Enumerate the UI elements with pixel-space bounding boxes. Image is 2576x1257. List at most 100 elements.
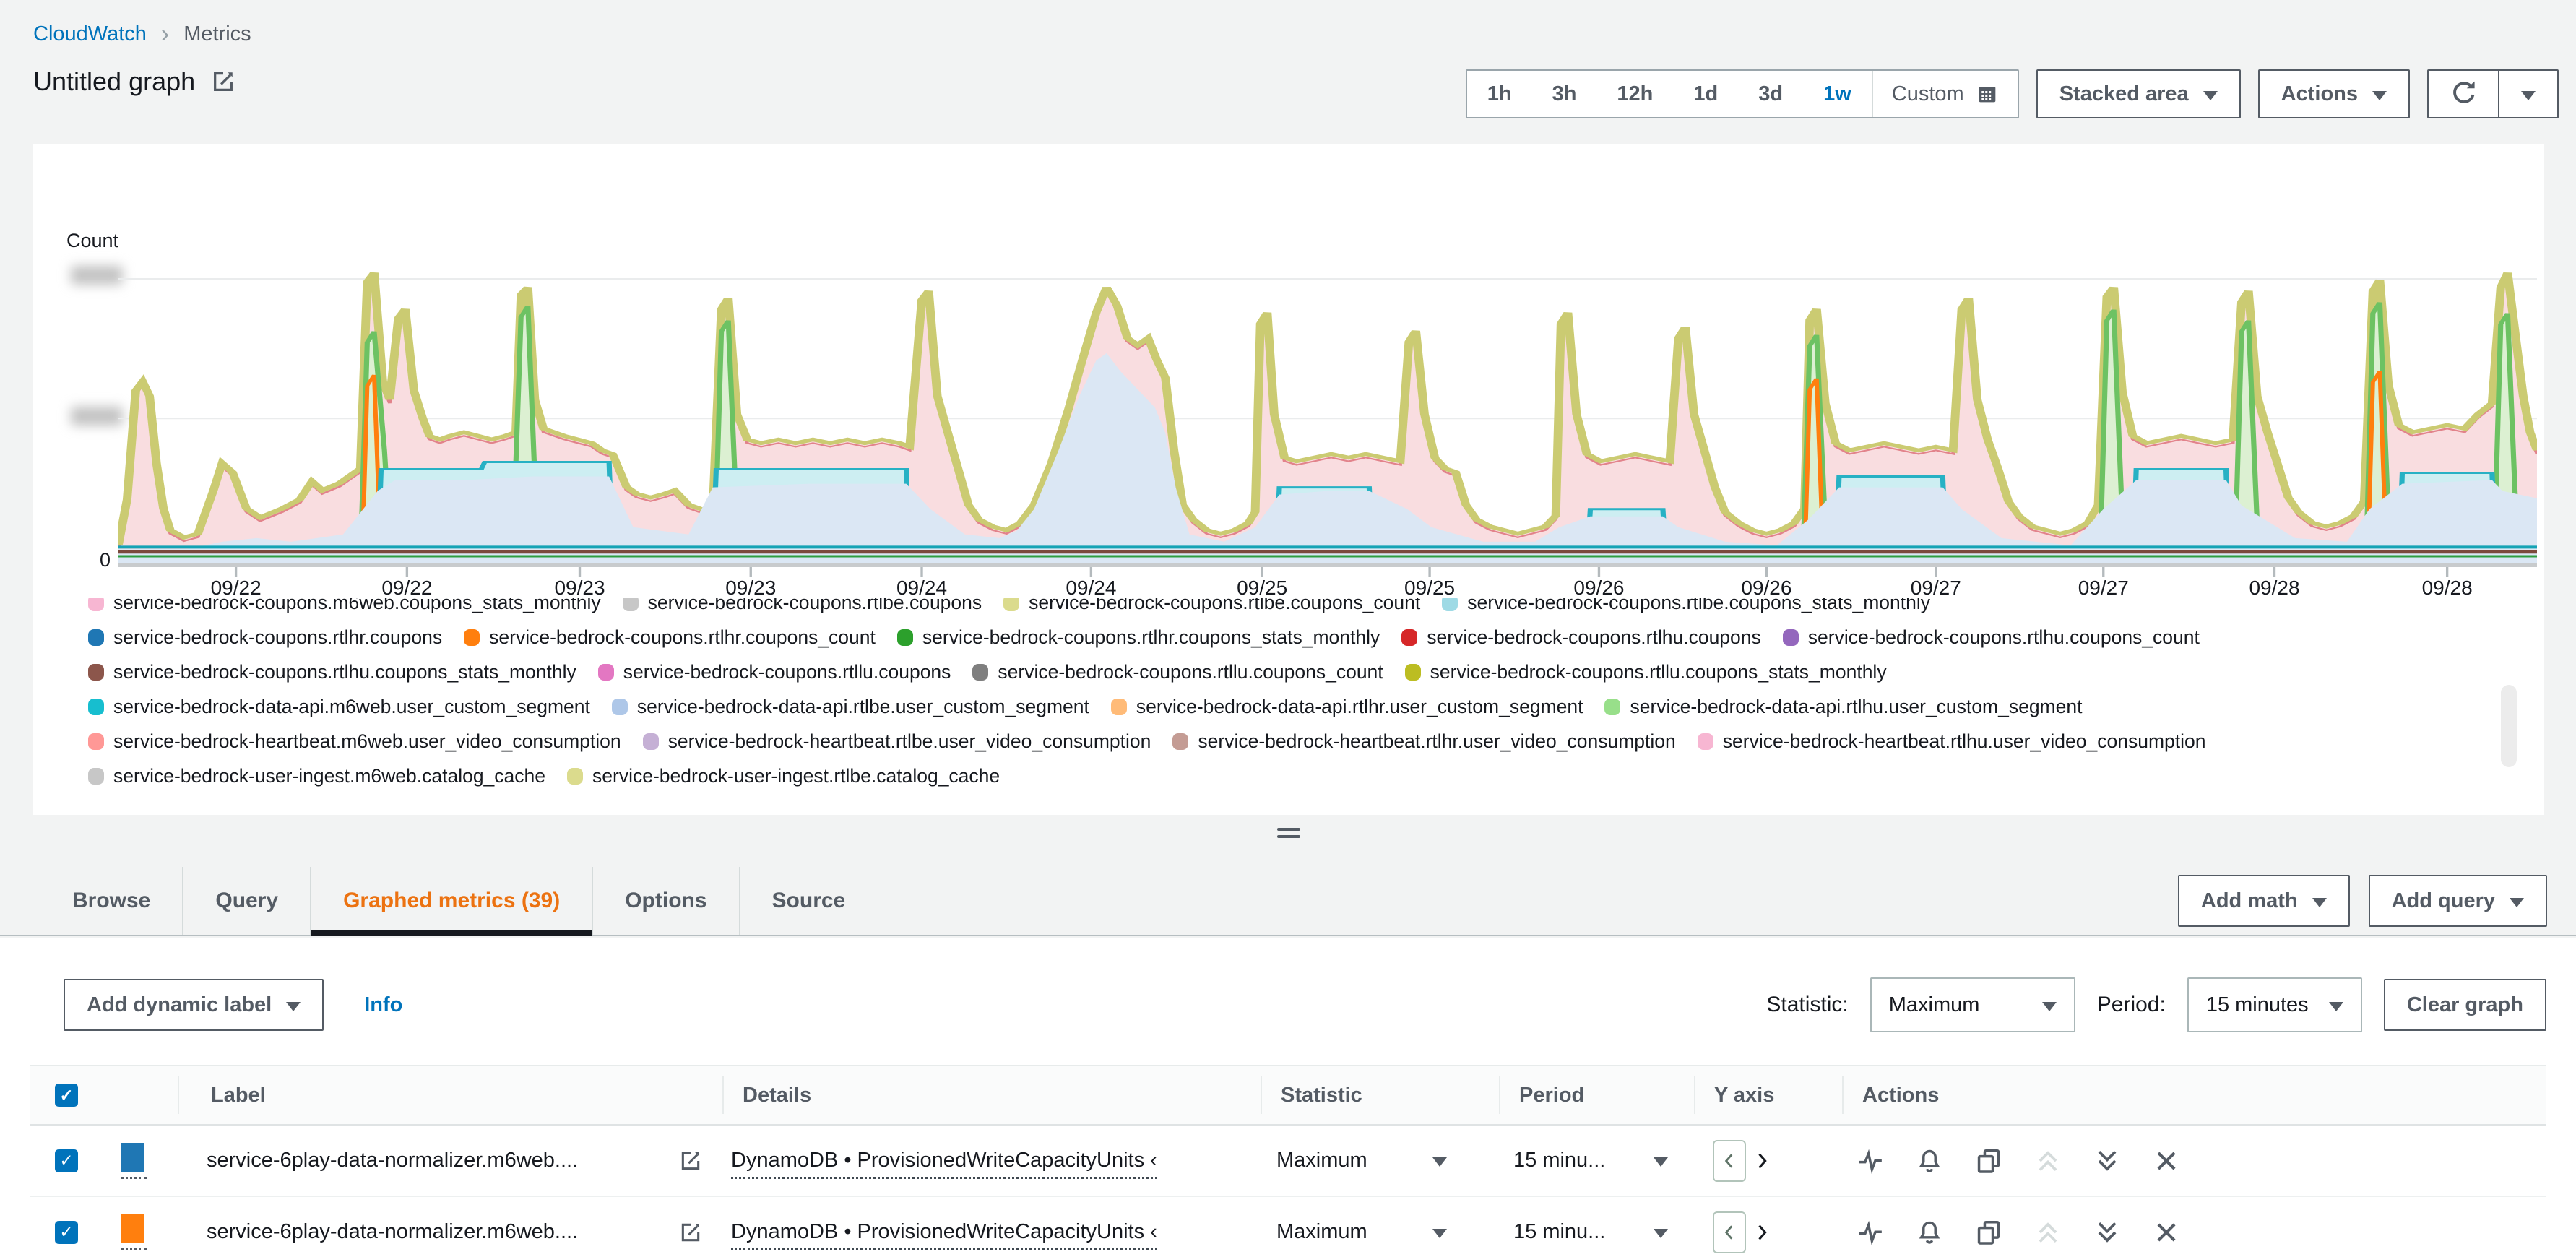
refresh-options-dropdown[interactable] bbox=[2498, 69, 2559, 118]
chevron-down-icon bbox=[1654, 1157, 1668, 1167]
period-label: Period: bbox=[2096, 993, 2166, 1016]
breadcrumb-link-cloudwatch[interactable]: CloudWatch bbox=[33, 22, 147, 46]
y-axis-left-button[interactable] bbox=[1713, 1211, 1746, 1253]
legend-item[interactable]: service-bedrock-heartbeat.rtlhr.user_vid… bbox=[1172, 730, 1676, 753]
legend-scrollbar[interactable] bbox=[2501, 685, 2517, 767]
add-dynamic-label-dropdown[interactable]: Add dynamic label bbox=[64, 979, 324, 1031]
tab-graphed-metrics-39-[interactable]: Graphed metrics (39) bbox=[310, 867, 592, 936]
row-statistic-dropdown[interactable]: Maximum bbox=[1261, 1220, 1499, 1244]
time-range-1d[interactable]: 1d bbox=[1673, 82, 1738, 106]
legend-item[interactable]: service-bedrock-coupons.rtlbe.coupons_co… bbox=[1003, 598, 1420, 614]
tab-source[interactable]: Source bbox=[738, 867, 878, 935]
edit-label-icon[interactable] bbox=[679, 1149, 702, 1172]
edit-title-icon[interactable] bbox=[211, 69, 235, 94]
y-axis-side-toggle bbox=[1694, 1211, 1842, 1253]
legend-item[interactable]: service-bedrock-data-api.rtlhu.user_cust… bbox=[1604, 696, 2082, 718]
legend-item[interactable]: service-bedrock-coupons.rtlhr.coupons bbox=[88, 626, 442, 649]
remove-x-icon[interactable] bbox=[2153, 1147, 2180, 1175]
create-alarm-bell-icon[interactable] bbox=[1916, 1147, 1943, 1175]
time-range-1w[interactable]: 1w bbox=[1803, 82, 1872, 106]
legend-item[interactable]: service-bedrock-coupons.rtlhu.coupons_co… bbox=[1782, 626, 2200, 649]
metric-details[interactable]: DynamoDB • ProvisionedWriteCapacityUnits… bbox=[731, 1220, 1157, 1250]
legend-label: service-bedrock-coupons.rtlhu.coupons_st… bbox=[113, 660, 576, 683]
chevron-down-icon bbox=[1432, 1157, 1447, 1167]
legend-item[interactable]: service-bedrock-coupons.rtlhr.coupons_co… bbox=[464, 626, 876, 649]
period-select[interactable]: 15 minutes bbox=[2187, 977, 2362, 1032]
time-range-3d[interactable]: 3d bbox=[1738, 82, 1803, 106]
y-axis-right-button[interactable] bbox=[1752, 1151, 1772, 1171]
legend-item[interactable]: service-bedrock-coupons.rtlhu.coupons_st… bbox=[88, 661, 576, 683]
legend-item[interactable]: service-bedrock-coupons.rtllu.coupons bbox=[597, 661, 951, 683]
y-axis-left-button[interactable] bbox=[1713, 1139, 1746, 1182]
legend-item[interactable]: service-bedrock-data-api.rtlbe.user_cust… bbox=[611, 696, 1089, 718]
metric-details[interactable]: DynamoDB • ProvisionedWriteCapacityUnits… bbox=[731, 1149, 1157, 1179]
legend-item[interactable]: service-bedrock-heartbeat.rtlbe.user_vid… bbox=[642, 730, 1151, 753]
legend-item[interactable]: service-bedrock-coupons.rtlhr.coupons_st… bbox=[896, 626, 1380, 649]
legend-item[interactable]: service-bedrock-coupons.m6web.coupons_st… bbox=[88, 598, 601, 614]
row-checkbox[interactable]: ✓ bbox=[55, 1220, 78, 1244]
time-range-12h[interactable]: 12h bbox=[1596, 82, 1673, 106]
legend-item[interactable]: service-bedrock-coupons.rtlbe.coupons bbox=[622, 598, 982, 614]
legend-item[interactable]: service-bedrock-user-ingest.m6web.catalo… bbox=[88, 765, 545, 787]
actions-dropdown[interactable]: Actions bbox=[2257, 69, 2410, 118]
move-down-double-chevron-icon[interactable] bbox=[2093, 1147, 2121, 1175]
legend-item[interactable]: service-bedrock-coupons.rtllu.coupons_st… bbox=[1404, 660, 1887, 683]
legend-item[interactable]: service-bedrock-heartbeat.m6web.user_vid… bbox=[88, 730, 621, 753]
legend-item[interactable]: service-bedrock-coupons.rtllu.coupons_co… bbox=[972, 661, 1383, 683]
edit-label-icon[interactable] bbox=[679, 1221, 702, 1244]
move-up-double-chevron-icon[interactable] bbox=[2034, 1219, 2062, 1246]
metric-color-swatch[interactable] bbox=[121, 1142, 144, 1172]
row-statistic-dropdown[interactable]: Maximum bbox=[1261, 1149, 1499, 1172]
select-all-checkbox[interactable]: ✓ bbox=[55, 1084, 78, 1107]
legend-item[interactable]: service-bedrock-coupons.rtlhu.coupons bbox=[1401, 626, 1761, 649]
legend-item[interactable]: service-bedrock-user-ingest.rtlbe.catalo… bbox=[567, 765, 1000, 787]
legend-item[interactable]: service-bedrock-coupons.rtlbe.coupons_st… bbox=[1442, 598, 1930, 614]
add-query-dropdown[interactable]: Add query bbox=[2368, 875, 2547, 927]
duplicate-copy-icon[interactable] bbox=[1975, 1147, 2002, 1175]
chevron-down-icon bbox=[2328, 1001, 2343, 1011]
info-link[interactable]: Info bbox=[364, 993, 402, 1017]
legend-color-dot bbox=[88, 698, 104, 715]
legend-item[interactable]: service-bedrock-heartbeat.rtlhu.user_vid… bbox=[1697, 730, 2206, 753]
tab-browse[interactable]: Browse bbox=[40, 867, 182, 935]
y-axis-right-button[interactable] bbox=[1752, 1222, 1772, 1243]
graph-metric-icon[interactable] bbox=[1857, 1147, 1884, 1175]
legend-color-dot bbox=[1697, 733, 1713, 750]
legend-label: service-bedrock-coupons.rtllu.coupons_st… bbox=[1430, 660, 1887, 683]
graph-metric-icon[interactable] bbox=[1857, 1219, 1884, 1246]
legend-color-dot bbox=[1401, 628, 1418, 646]
row-checkbox[interactable]: ✓ bbox=[55, 1149, 78, 1172]
column-header-details: Details bbox=[722, 1076, 1261, 1114]
row-period-value: 15 minu... bbox=[1513, 1149, 1606, 1172]
statistic-select[interactable]: Maximum bbox=[1870, 977, 2075, 1032]
tab-query[interactable]: Query bbox=[182, 867, 310, 935]
time-range-custom[interactable]: Custom bbox=[1871, 71, 2018, 117]
metric-color-cell bbox=[103, 1142, 178, 1179]
row-period-dropdown[interactable]: 15 minu... bbox=[1499, 1220, 1694, 1244]
page-title: Untitled graph bbox=[33, 66, 196, 96]
time-range-3h[interactable]: 3h bbox=[1532, 82, 1597, 106]
create-alarm-bell-icon[interactable] bbox=[1916, 1219, 1943, 1246]
move-down-double-chevron-icon[interactable] bbox=[2093, 1219, 2121, 1246]
remove-x-icon[interactable] bbox=[2153, 1219, 2180, 1246]
duplicate-copy-icon[interactable] bbox=[1975, 1219, 2002, 1246]
tab-options[interactable]: Options bbox=[592, 867, 738, 935]
time-range-1h[interactable]: 1h bbox=[1467, 82, 1532, 106]
panel-resize-handle[interactable] bbox=[1277, 828, 1300, 842]
x-axis-label: 09/28 bbox=[2421, 576, 2473, 599]
custom-label: Custom bbox=[1891, 82, 1964, 105]
refresh-split-button bbox=[2427, 69, 2559, 118]
legend-item[interactable]: service-bedrock-data-api.m6web.user_cust… bbox=[88, 696, 590, 718]
legend-label: service-bedrock-user-ingest.rtlbe.catalo… bbox=[592, 764, 1000, 787]
swatch-dotted-underline bbox=[121, 1176, 147, 1179]
refresh-button[interactable] bbox=[2427, 69, 2499, 118]
metric-color-swatch[interactable] bbox=[121, 1214, 144, 1243]
row-period-dropdown[interactable]: 15 minu... bbox=[1499, 1149, 1694, 1172]
stacked-area-chart[interactable] bbox=[118, 253, 2537, 582]
add-math-dropdown[interactable]: Add math bbox=[2177, 875, 2350, 927]
legend-item[interactable]: service-bedrock-data-api.rtlhr.user_cust… bbox=[1110, 696, 1583, 718]
statistic-label: Statistic: bbox=[1766, 993, 1849, 1016]
clear-graph-button[interactable]: Clear graph bbox=[2383, 979, 2546, 1031]
chart-type-dropdown[interactable]: Stacked area bbox=[2036, 69, 2241, 118]
move-up-double-chevron-icon[interactable] bbox=[2034, 1147, 2062, 1175]
